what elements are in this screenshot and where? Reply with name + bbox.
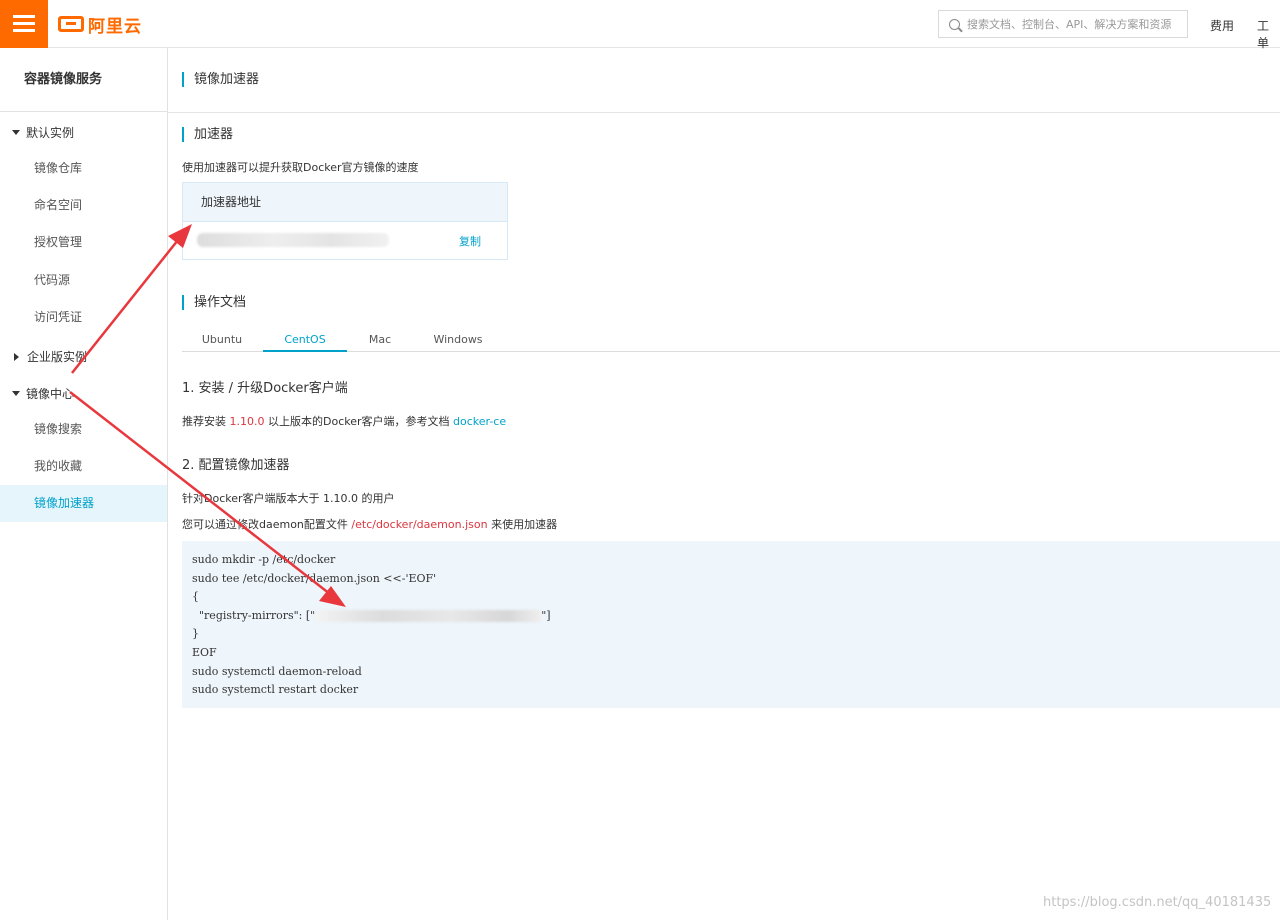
tab-mac[interactable]: Mac xyxy=(348,328,412,352)
mirror-url-blurred xyxy=(315,609,542,622)
code-line: } xyxy=(192,627,199,641)
billing-link[interactable]: 费用 xyxy=(1210,17,1234,34)
code-line: sudo systemctl daemon-reload xyxy=(192,664,362,678)
sidebar-group-default-instance[interactable]: 默认实例 xyxy=(12,124,74,141)
search-icon xyxy=(949,18,960,30)
sidebar-item-favorites[interactable]: 我的收藏 xyxy=(0,448,167,485)
step1-text: 推荐安装 1.10.0 以上版本的Docker客户端，参考文档 docker-c… xyxy=(182,415,507,428)
main-content: 镜像加速器 加速器 使用加速器可以提升获取Docker官方镜像的速度 加速器地址… xyxy=(168,48,1280,920)
version-text: 1.10.0 xyxy=(229,415,265,428)
accelerator-address-header: 加速器地址 xyxy=(183,183,507,222)
tab-ubuntu[interactable]: Ubuntu xyxy=(182,328,262,352)
sidebar-item-authorization[interactable]: 授权管理 xyxy=(0,224,167,261)
hamburger-menu-icon[interactable] xyxy=(0,0,48,48)
docs-section-title: 操作文档 xyxy=(182,295,246,310)
aliyun-logo-icon xyxy=(58,16,84,32)
ticket-link[interactable]: 工单 xyxy=(1257,17,1280,51)
sidebar-item-image-accelerator[interactable]: 镜像加速器 xyxy=(0,485,167,522)
accelerator-section-title: 加速器 xyxy=(182,127,233,142)
step2-line2: 您可以通过修改daemon配置文件 /etc/docker/daemon.jso… xyxy=(182,518,558,531)
tab-windows[interactable]: Windows xyxy=(413,328,503,352)
accelerator-address-blurred xyxy=(197,233,389,247)
step2-title: 2. 配置镜像加速器 xyxy=(182,458,290,473)
top-bar: 阿里云 搜索文档、控制台、API、解决方案和资源 费用 工单 xyxy=(0,0,1280,51)
aliyun-logo[interactable]: 阿里云 xyxy=(58,12,142,37)
step2-line1: 针对Docker客户端版本大于 1.10.0 的用户 xyxy=(182,492,395,505)
accelerator-address-box: 加速器地址 复制 xyxy=(182,182,508,260)
sidebar-group-enterprise-instance[interactable]: 企业版实例 xyxy=(12,348,87,365)
sidebar-item-image-search[interactable]: 镜像搜索 xyxy=(0,411,167,448)
daemon-json-path: /etc/docker/daemon.json xyxy=(351,518,488,531)
sidebar-group-image-center[interactable]: 镜像中心 xyxy=(12,385,74,402)
os-tabs: Ubuntu CentOS Mac Windows xyxy=(182,328,1280,352)
sidebar: 容器镜像服务 默认实例 镜像仓库 命名空间 授权管理 代码源 访问凭证 企业版实… xyxy=(0,48,168,920)
code-line: EOF xyxy=(192,645,217,659)
tab-centos[interactable]: CentOS xyxy=(263,328,347,352)
sidebar-group-label: 企业版实例 xyxy=(27,350,88,364)
sidebar-item-access-credentials[interactable]: 访问凭证 xyxy=(0,299,167,336)
caret-right-icon xyxy=(14,352,19,361)
code-line: { xyxy=(192,590,199,604)
caret-down-icon xyxy=(12,130,20,135)
caret-down-icon xyxy=(12,391,20,396)
code-line: sudo tee /etc/docker/daemon.json <<-'EOF… xyxy=(192,571,437,585)
sidebar-item-repositories[interactable]: 镜像仓库 xyxy=(0,150,167,187)
sidebar-group-label: 默认实例 xyxy=(26,126,75,140)
code-block[interactable]: sudo mkdir -p /etc/docker sudo tee /etc/… xyxy=(182,541,1280,708)
search-input[interactable]: 搜索文档、控制台、API、解决方案和资源 xyxy=(938,10,1188,38)
accelerator-description: 使用加速器可以提升获取Docker官方镜像的速度 xyxy=(182,161,419,174)
page-title: 镜像加速器 xyxy=(182,72,259,87)
code-line: "registry-mirrors": [" "] xyxy=(192,608,551,622)
code-line: sudo mkdir -p /etc/docker xyxy=(192,553,336,566)
search-placeholder: 搜索文档、控制台、API、解决方案和资源 xyxy=(967,18,1172,31)
logo-text: 阿里云 xyxy=(88,16,142,37)
sidebar-item-code-source[interactable]: 代码源 xyxy=(0,262,167,299)
step1-title: 1. 安装 / 升级Docker客户端 xyxy=(182,381,348,396)
header-divider xyxy=(168,112,1280,113)
docker-ce-link[interactable]: docker-ce xyxy=(453,415,506,428)
sidebar-group-label: 镜像中心 xyxy=(26,387,75,401)
code-line: sudo systemctl restart docker xyxy=(192,683,359,697)
sidebar-title: 容器镜像服务 xyxy=(0,48,167,112)
watermark: https://blog.csdn.net/qq_40181435 xyxy=(1043,895,1272,910)
copy-button[interactable]: 复制 xyxy=(459,233,481,249)
sidebar-item-namespaces[interactable]: 命名空间 xyxy=(0,187,167,224)
